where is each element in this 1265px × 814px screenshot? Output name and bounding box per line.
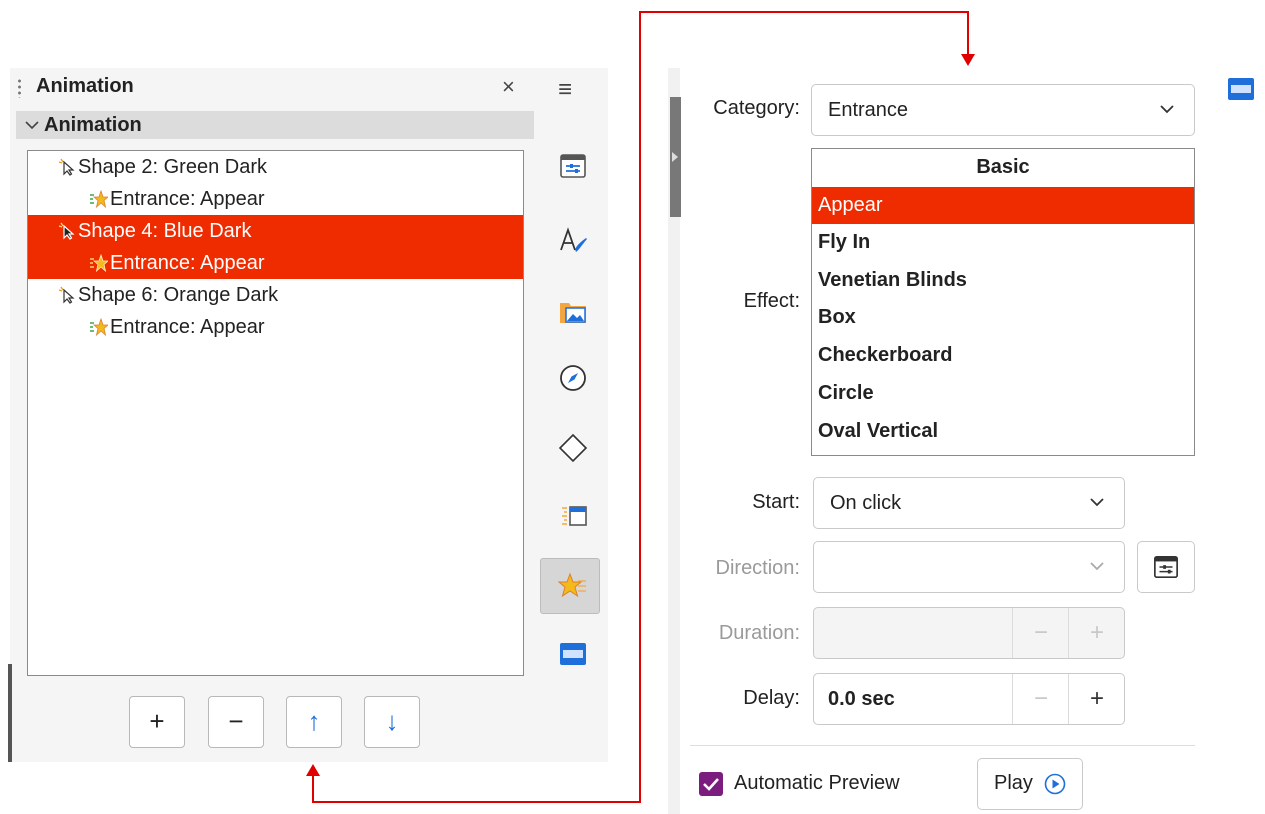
category-value: Entrance (828, 99, 909, 121)
separator (690, 745, 1195, 746)
effect-group-header: Basic (976, 156, 1030, 178)
chevron-down-icon (1090, 498, 1104, 507)
sidebar-tabbar: ≡ (540, 68, 608, 762)
annotation-line (639, 11, 969, 13)
start-value: On click (830, 492, 902, 514)
effect-list[interactable]: Basic Appear Fly In Venetian Blinds Box … (811, 148, 1195, 456)
cursor-sparkle-icon (58, 158, 75, 176)
navigator-icon[interactable] (555, 360, 591, 396)
star-entrance-icon (90, 318, 108, 336)
chevron-down-icon (1090, 562, 1104, 571)
sidebar-menu-icon[interactable]: ≡ (558, 76, 572, 104)
collapse-arrow-icon (672, 152, 678, 162)
star-entrance-icon (90, 254, 108, 272)
list-item-selected[interactable]: Entrance: Appear (28, 247, 523, 279)
list-item[interactable]: Entrance: Appear (28, 183, 523, 215)
direction-label: Direction: (715, 557, 800, 579)
master-slides-icon[interactable] (555, 636, 591, 672)
duration-label: Duration: (718, 622, 800, 644)
effect-option[interactable]: Fly In (812, 224, 1194, 261)
start-label: Start: (752, 491, 800, 513)
effect-label: Effect: (743, 290, 800, 312)
effect-option[interactable]: Checkerboard (812, 337, 1194, 374)
effect-option[interactable]: Circle (812, 375, 1194, 412)
direction-select[interactable] (813, 541, 1125, 593)
list-item-selected[interactable]: Shape 4: Blue Dark (28, 215, 523, 247)
gallery-icon[interactable] (555, 293, 591, 329)
chevron-down-icon (25, 121, 39, 130)
effect-option[interactable]: Oval Vertical (812, 413, 1194, 450)
cursor-sparkle-icon (58, 286, 75, 304)
start-select[interactable]: On click (813, 477, 1125, 529)
animation-icon[interactable] (555, 568, 591, 604)
list-item[interactable]: Entrance: Appear (28, 311, 523, 343)
category-label: Category: (713, 97, 800, 119)
category-select[interactable]: Entrance (811, 84, 1195, 136)
remove-effect-button[interactable]: − (208, 696, 264, 748)
play-icon (1044, 773, 1066, 795)
annotation-line (312, 775, 314, 803)
shapes-icon[interactable] (555, 430, 591, 466)
properties-icon[interactable] (555, 148, 591, 184)
deck-title-bar: Animation × (10, 68, 608, 106)
annotation-arrowhead-down-icon (961, 54, 975, 66)
play-button[interactable]: Play (977, 758, 1083, 810)
chevron-down-icon (1160, 105, 1174, 114)
automatic-preview-label[interactable]: Automatic Preview (734, 772, 900, 795)
annotation-arrowhead-up-icon (306, 764, 320, 776)
list-item[interactable]: Shape 6: Orange Dark (28, 279, 523, 311)
automatic-preview-checkbox[interactable] (699, 772, 723, 796)
duration-decrement-button[interactable]: − (1012, 608, 1069, 658)
list-item-label: Entrance: Appear (110, 316, 265, 338)
drag-grip-icon[interactable] (18, 78, 21, 98)
splitter-handle[interactable] (8, 664, 12, 762)
options-icon (1154, 555, 1178, 579)
play-button-label: Play (994, 772, 1033, 794)
master-slides-icon[interactable] (1226, 76, 1256, 102)
cursor-sparkle-icon (58, 222, 75, 240)
checkmark-icon (703, 778, 719, 791)
move-down-button[interactable]: ↓ (364, 696, 420, 748)
close-deck-button[interactable]: × (502, 74, 515, 100)
effect-options-button[interactable] (1137, 541, 1195, 593)
duration-spinbox[interactable]: − + (813, 607, 1125, 659)
animation-list[interactable]: Shape 2: Green Dark Entrance: Appear Sha… (27, 150, 524, 676)
duration-increment-button[interactable]: + (1068, 608, 1125, 658)
list-item-label: Entrance: Appear (110, 252, 265, 274)
delay-spinbox[interactable]: 0.0 sec − + (813, 673, 1125, 725)
styles-icon[interactable] (555, 223, 591, 259)
panel-header-label: Animation (44, 114, 142, 136)
annotation-line (312, 801, 641, 803)
star-entrance-icon (90, 190, 108, 208)
effect-option[interactable]: Box (812, 299, 1194, 336)
list-item-label: Shape 2: Green Dark (78, 156, 267, 178)
animation-panel-header[interactable]: Animation (16, 111, 534, 139)
delay-increment-button[interactable]: + (1068, 674, 1125, 724)
move-up-button[interactable]: ↑ (286, 696, 342, 748)
delay-decrement-button[interactable]: − (1012, 674, 1069, 724)
list-item-label: Shape 6: Orange Dark (78, 284, 279, 306)
annotation-line (967, 11, 969, 57)
list-item[interactable]: Shape 2: Green Dark (28, 151, 523, 183)
effect-option-selected[interactable]: Appear (812, 187, 1194, 224)
list-item-label: Entrance: Appear (110, 188, 265, 210)
delay-value[interactable]: 0.0 sec (828, 674, 895, 724)
deck-title: Animation (36, 75, 134, 97)
slide-transition-icon[interactable] (555, 498, 591, 534)
add-effect-button[interactable]: + (129, 696, 185, 748)
delay-label: Delay: (743, 687, 800, 709)
list-item-label: Shape 4: Blue Dark (78, 220, 252, 242)
effect-option[interactable]: Venetian Blinds (812, 262, 1194, 299)
annotation-line (639, 11, 641, 803)
